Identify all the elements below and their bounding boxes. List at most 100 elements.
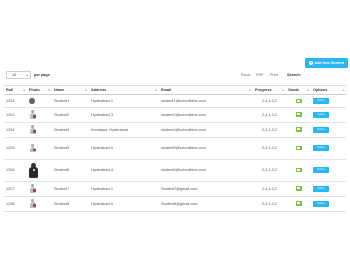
- roll-cell: 1202: [4, 107, 27, 123]
- progress-cell: 2,4,1,3,2: [253, 196, 286, 212]
- options-cell: Option: [311, 196, 346, 212]
- email-cell: Student8@gmail.com: [159, 196, 253, 212]
- page-length-select[interactable]: 10: [6, 71, 31, 79]
- student-photo: [29, 199, 36, 208]
- grade-cell: [286, 107, 311, 123]
- column-header-options[interactable]: Options: [311, 85, 346, 95]
- column-header-name[interactable]: Name: [52, 85, 89, 95]
- option-button[interactable]: Option: [313, 200, 329, 207]
- address-cell: Hyderabad-9: [89, 196, 159, 212]
- grade-badge-icon: [295, 201, 302, 206]
- email-cell: student2@schooltime.com: [159, 107, 253, 123]
- grade-cell: [286, 94, 311, 108]
- export-print-button[interactable]: Print: [270, 73, 278, 77]
- progress-cell: 2,4,1,3,2: [253, 107, 286, 123]
- options-cell: Option: [311, 107, 346, 123]
- options-cell: Option: [311, 137, 346, 160]
- table-controls: 10 per page Excel PDF Print Search:: [6, 71, 346, 81]
- name-cell: Student7: [52, 181, 89, 197]
- student-photo: [29, 110, 36, 119]
- grade-cell: [286, 181, 311, 197]
- option-button[interactable]: Option: [313, 126, 329, 133]
- photo-cell: [27, 107, 52, 123]
- photo-cell: [27, 122, 52, 138]
- roll-cell: 1206: [4, 159, 27, 182]
- grade-badge-icon: [295, 98, 302, 103]
- table-row: 1205 Student5 Hyderabad-9 student5@schoo…: [4, 137, 346, 160]
- roll-cell: 1205: [4, 137, 27, 160]
- student-photo: [29, 125, 36, 134]
- option-button[interactable]: Option: [313, 145, 329, 151]
- grade-cell: [286, 196, 311, 212]
- roll-cell: 1208: [4, 196, 27, 212]
- address-cell: Hyderabad-1: [89, 181, 159, 197]
- table-row: 1204 Student4 Kondapur, Hyderabad studen…: [4, 122, 346, 138]
- grade-badge-icon: [295, 112, 302, 117]
- progress-cell: 2,4,1,3,2: [253, 159, 286, 182]
- column-header-roll[interactable]: Roll: [4, 85, 27, 95]
- name-cell: Student1: [52, 94, 89, 108]
- name-cell: Student4: [52, 122, 89, 138]
- chevron-down-icon: [26, 74, 28, 76]
- grade-badge-icon: [295, 145, 302, 151]
- student-photo: [29, 162, 38, 178]
- name-cell: Student2: [52, 107, 89, 123]
- progress-cell: 2,4,1,3,2: [253, 137, 286, 160]
- add-new-student-button[interactable]: + Add New Student: [305, 58, 348, 68]
- address-cell: Hyderabad-3: [89, 107, 159, 123]
- per-page-label: per page: [34, 72, 50, 77]
- export-pdf-button[interactable]: PDF: [256, 73, 264, 77]
- table-header-row: Roll Photo Name Address Email Progress G…: [4, 85, 346, 95]
- option-button[interactable]: Option: [313, 97, 329, 104]
- grade-badge-icon: [295, 127, 302, 132]
- email-cell: student1@schooltime.com: [159, 94, 253, 108]
- plus-icon: +: [308, 61, 313, 65]
- progress-cell: 2,4,1,3,2: [253, 181, 286, 197]
- address-cell: Hyderabad-9: [89, 137, 159, 160]
- grade-cell: [286, 159, 311, 182]
- column-header-progress[interactable]: Progress: [253, 85, 286, 95]
- search-input[interactable]: [303, 71, 346, 79]
- progress-cell: 2,4,1,3,2: [253, 122, 286, 138]
- roll-cell: 1204: [4, 122, 27, 138]
- options-cell: Option: [311, 94, 346, 108]
- name-cell: Student8: [52, 196, 89, 212]
- table-row: 1202 Student2 Hyderabad-3 student2@schoo…: [4, 107, 346, 123]
- photo-cell: [27, 181, 52, 197]
- column-header-email[interactable]: Email: [159, 85, 253, 95]
- table-row: 1208 Student8 Hyderabad-9 Student8@gmail…: [4, 196, 346, 212]
- photo-cell: [27, 196, 52, 212]
- options-cell: Option: [311, 122, 346, 138]
- students-table: Roll Photo Name Address Email Progress G…: [4, 85, 346, 212]
- name-cell: Student6: [52, 159, 89, 182]
- photo-cell: [27, 159, 52, 182]
- column-header-address[interactable]: Address: [89, 85, 159, 95]
- student-photo: [29, 184, 36, 193]
- email-cell: student5@schooltime.com: [159, 137, 253, 160]
- option-button[interactable]: Option: [313, 185, 329, 192]
- email-cell: Student7@gmail.com: [159, 181, 253, 197]
- export-excel-button[interactable]: Excel: [241, 73, 250, 77]
- student-photo: [29, 98, 35, 104]
- address-cell: Kondapur, Hyderabad: [89, 122, 159, 138]
- table-row: 1206 Student6 Hyderabad-4 student6@schoo…: [4, 159, 346, 182]
- column-header-grade[interactable]: Grade: [286, 85, 311, 95]
- grade-cell: [286, 137, 311, 160]
- roll-cell: 1207: [4, 181, 27, 197]
- name-cell: Student5: [52, 137, 89, 160]
- option-button[interactable]: Option: [313, 111, 329, 118]
- grade-cell: [286, 122, 311, 138]
- grade-badge-icon: [295, 167, 302, 173]
- options-cell: Option: [311, 159, 346, 182]
- photo-cell: [27, 94, 52, 108]
- student-photo: [29, 143, 36, 153]
- option-button[interactable]: Option: [313, 167, 329, 173]
- grade-badge-icon: [295, 186, 302, 191]
- table-row: 1201 Student1 Hyderabad-1 student1@schoo…: [4, 94, 346, 108]
- add-new-student-label: Add New Student: [314, 61, 345, 65]
- page-length-value: 10: [12, 73, 17, 77]
- email-cell: student6@schooltime.com: [159, 159, 253, 182]
- search-label: Search:: [287, 72, 301, 77]
- photo-cell: [27, 137, 52, 160]
- column-header-photo[interactable]: Photo: [27, 85, 52, 95]
